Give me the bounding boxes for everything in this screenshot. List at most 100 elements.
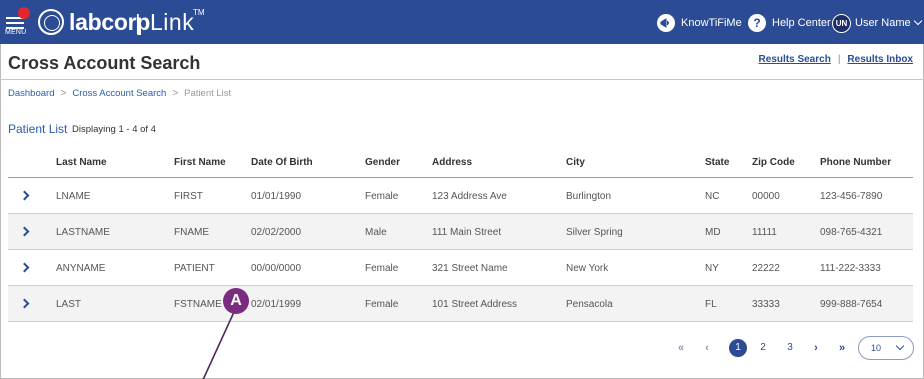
help-center-label: Help Center <box>772 17 831 29</box>
cell-address: 123 Address Ave <box>432 191 507 202</box>
cell-last-name: ANYNAME <box>56 263 106 274</box>
avatar: UN <box>832 13 851 33</box>
cell-last-name: LASTNAME <box>56 227 110 238</box>
page-links: Results Search | Results Inbox <box>759 54 913 65</box>
column-header-phone-number[interactable]: Phone Number <box>820 157 891 168</box>
column-header-first-name[interactable]: First Name <box>174 157 226 168</box>
row-expand-button[interactable] <box>13 292 37 316</box>
cell-gender: Female <box>365 191 399 202</box>
cell-city: Burlington <box>566 191 612 202</box>
results-inbox-link[interactable]: Results Inbox <box>847 54 913 65</box>
cell-state: MD <box>705 227 721 238</box>
divider <box>0 79 924 80</box>
chevron-right-icon <box>19 262 30 273</box>
breadcrumb-dashboard[interactable]: Dashboard <box>8 88 54 99</box>
patient-list-title: Patient List <box>8 122 68 136</box>
cell-zip-code: 11111 <box>752 227 777 238</box>
first-page-button[interactable]: « <box>671 339 691 357</box>
cell-first-name: FNAME <box>174 227 209 238</box>
megaphone-icon <box>657 14 675 32</box>
chevron-right-icon <box>19 298 30 309</box>
table-row[interactable]: ANYNAME PATIENT 00/00/0000 Female 321 St… <box>8 250 913 286</box>
table-row[interactable]: LAST FSTNAME 02/01/1999 Female 101 Stree… <box>8 286 913 322</box>
cell-date-of-birth: 00/00/0000 <box>251 263 302 274</box>
cell-gender: Female <box>365 263 399 274</box>
per-page-select[interactable]: 10 <box>858 336 914 360</box>
notification-dot <box>18 7 30 19</box>
cell-state: NY <box>705 263 719 274</box>
cell-phone-number: 098-765-4321 <box>820 227 883 238</box>
column-header-address[interactable]: Address <box>432 157 472 168</box>
help-center-button[interactable]: ? Help Center <box>748 13 831 33</box>
page-title: Cross Account Search <box>8 53 201 73</box>
cell-zip-code: 22222 <box>752 263 780 274</box>
cell-phone-number: 123-456-7890 <box>820 191 883 202</box>
menu-label: MENU <box>5 29 27 36</box>
question-icon: ? <box>748 14 766 32</box>
cell-first-name: PATIENT <box>174 263 215 274</box>
menu-button[interactable]: MENU <box>5 7 31 38</box>
link-separator: | <box>837 54 841 65</box>
cell-last-name: LAST <box>56 299 82 310</box>
cell-city: Silver Spring <box>566 227 623 238</box>
cell-phone-number: 111-222-3333 <box>820 263 881 274</box>
cell-phone-number: 999-888-7654 <box>820 299 883 310</box>
column-header-last-name[interactable]: Last Name <box>56 157 107 168</box>
logo-separator: | <box>135 10 141 35</box>
knowtifime-label: KnowTiFiMe <box>681 17 742 29</box>
user-menu-button[interactable]: UN User Name <box>832 13 922 33</box>
callout-pointer-line <box>202 312 235 379</box>
cell-gender: Female <box>365 299 399 310</box>
cell-address: 111 Main Street <box>432 227 502 238</box>
chevron-right-icon <box>19 190 30 201</box>
column-header-zip-code[interactable]: Zip Code <box>752 157 795 168</box>
user-name: User Name <box>855 17 911 29</box>
cell-state: FL <box>705 299 717 310</box>
row-expand-button[interactable] <box>13 220 37 244</box>
page-button-2[interactable]: 2 <box>753 339 773 357</box>
previous-page-button[interactable]: ‹ <box>697 339 717 357</box>
row-expand-button[interactable] <box>13 184 37 208</box>
results-search-link[interactable]: Results Search <box>759 54 831 65</box>
cell-zip-code: 00000 <box>752 191 780 202</box>
table-row[interactable]: LASTNAME FNAME 02/02/2000 Male 111 Main … <box>8 214 913 250</box>
knowtifime-button[interactable]: KnowTiFiMe <box>657 13 742 33</box>
cell-first-name: FSTNAME <box>174 299 222 310</box>
top-navigation-bar: MENU labcorp | Link TM KnowTiFiMe ? Help… <box>0 0 924 44</box>
column-header-city[interactable]: City <box>566 157 585 168</box>
chevron-right-icon <box>19 226 30 237</box>
table-header: Last Name First Name Date Of Birth Gende… <box>8 150 913 178</box>
chevron-down-icon <box>895 341 905 351</box>
patient-list-count: Displaying 1 - 4 of 4 <box>72 124 156 135</box>
breadcrumb-patient-list: Patient List <box>184 88 232 99</box>
cell-date-of-birth: 02/02/2000 <box>251 227 302 238</box>
cell-state: NC <box>705 191 720 202</box>
cell-last-name: LNAME <box>56 191 91 202</box>
page-button-3[interactable]: 3 <box>780 339 800 357</box>
chevron-down-icon <box>913 16 922 26</box>
column-header-gender[interactable]: Gender <box>365 157 400 168</box>
labcorp-logo-icon <box>38 9 64 35</box>
cell-address: 321 Street Name <box>432 263 508 274</box>
cell-city: New York <box>566 263 609 274</box>
last-page-button[interactable]: » <box>832 339 852 357</box>
cell-address: 101 Street Address <box>432 299 518 310</box>
cell-date-of-birth: 01/01/1990 <box>251 191 302 202</box>
breadcrumb-separator: > <box>60 88 67 99</box>
row-expand-button[interactable] <box>13 256 37 280</box>
column-header-date-of-birth[interactable]: Date Of Birth <box>251 157 313 168</box>
product-name: Link <box>150 9 195 35</box>
callout-badge: A <box>223 288 249 314</box>
cell-date-of-birth: 02/01/1999 <box>251 299 302 310</box>
per-page-value: 10 <box>871 343 882 353</box>
cell-gender: Male <box>365 227 387 238</box>
column-header-state[interactable]: State <box>705 157 729 168</box>
cell-city: Pensacola <box>566 299 613 310</box>
breadcrumb-cross-account-search[interactable]: Cross Account Search <box>72 88 166 99</box>
breadcrumb-separator: > <box>172 88 179 99</box>
next-page-button[interactable]: › <box>806 339 826 357</box>
page-button-1[interactable]: 1 <box>729 339 747 357</box>
table-row[interactable]: LNAME FIRST 01/01/1990 Female 123 Addres… <box>8 178 913 214</box>
breadcrumb: Dashboard > Cross Account Search > Patie… <box>8 88 231 99</box>
cell-first-name: FIRST <box>174 191 203 202</box>
